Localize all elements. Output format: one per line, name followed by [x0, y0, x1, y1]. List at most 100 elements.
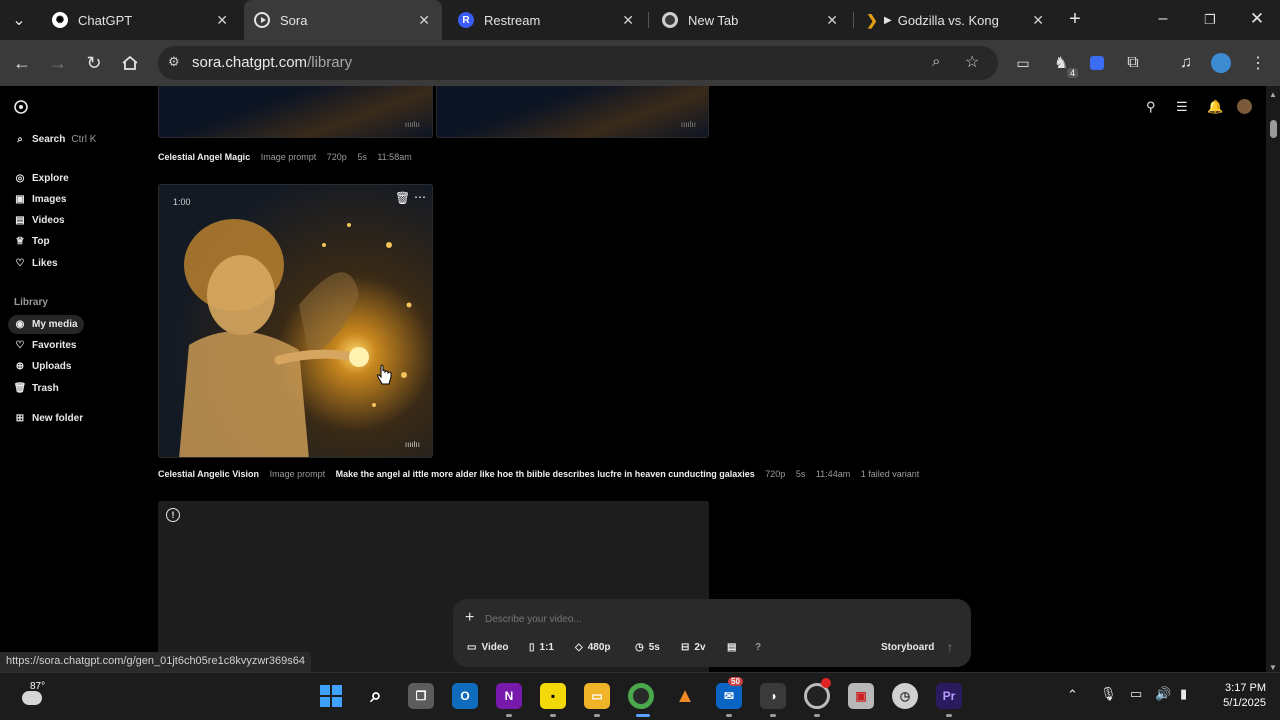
battery-icon[interactable]: ▮	[1180, 686, 1187, 702]
scroll-down-icon[interactable]: ▼	[1269, 663, 1277, 672]
reload-icon[interactable]: ↻	[83, 52, 105, 74]
media-thumbnail[interactable]: ıııılıı	[158, 86, 433, 138]
home-icon[interactable]	[119, 52, 141, 74]
submit-arrow-icon[interactable]: ↑	[947, 640, 953, 654]
weather-widget[interactable]: 87°	[20, 681, 46, 709]
new-folder-button[interactable]: ⊞ New folder	[14, 412, 83, 424]
more-options-icon[interactable]: ⋯	[414, 190, 426, 204]
back-icon[interactable]: ←	[11, 52, 33, 74]
file-explorer-icon[interactable]: ▭	[584, 683, 610, 709]
microphone-icon[interactable]: 🎙	[1100, 686, 1117, 702]
resolution-select[interactable]: ◇ 480p	[575, 642, 611, 653]
site-info-icon[interactable]: ⚙	[168, 54, 180, 70]
scroll-up-icon[interactable]: ▲	[1269, 90, 1277, 99]
tab-sora[interactable]: Sora ✕	[244, 0, 442, 40]
resolution-icon: ◇	[575, 642, 583, 653]
restore-icon[interactable]: ❐	[1199, 9, 1221, 31]
onenote-icon[interactable]: N	[496, 683, 522, 709]
plex-icon: ❯	[866, 11, 878, 28]
media-thumbnail-angel[interactable]: 1:00 🗑 ⋯ ıııılıı	[158, 184, 433, 458]
delete-icon[interactable]: 🗑	[395, 191, 410, 205]
app-clock-icon[interactable]: ◷	[892, 683, 918, 709]
profile-avatar-icon[interactable]	[1210, 52, 1232, 74]
notifications-icon[interactable]: 🔔	[1207, 99, 1223, 115]
sidebar-item-videos[interactable]: ▤ Videos	[14, 214, 64, 226]
search-shortcut: Ctrl K	[71, 133, 97, 145]
media-control-icon[interactable]: ♫	[1175, 52, 1197, 74]
tab-chatgpt[interactable]: ✺ ChatGPT ✕	[40, 0, 240, 40]
sidebar-item-images[interactable]: ▣ Images	[14, 193, 66, 205]
prompt-input[interactable]	[485, 611, 885, 627]
puzzle-extensions-icon[interactable]: ⧉	[1122, 52, 1144, 74]
filter-icon[interactable]: ⚲	[1146, 99, 1156, 115]
forward-icon[interactable]: →	[47, 52, 69, 74]
search-button[interactable]: ⌕ Search Ctrl K	[14, 133, 96, 145]
sidebar-item-uploads[interactable]: ⊕ Uploads	[14, 360, 72, 372]
openai-logo-icon[interactable]	[12, 98, 30, 116]
extension-badge-icon[interactable]: ♞ 4	[1050, 52, 1078, 78]
address-bar[interactable]: ⚙ sora.chatgpt.com/library ⌕ ☆	[158, 46, 998, 80]
video-mode-icon: ▭	[467, 642, 477, 653]
system-clock[interactable]: 3:17 PM 5/1/2025	[1206, 681, 1266, 711]
tab-new-tab[interactable]: New Tab ✕	[650, 0, 850, 40]
sidebar-item-my-media[interactable]: ◉ My media	[14, 318, 78, 330]
storyboard-button[interactable]: Storyboard	[881, 642, 934, 653]
extension-icon[interactable]	[1086, 52, 1108, 74]
tab-restream[interactable]: R Restream ✕	[446, 0, 646, 40]
media-title[interactable]: Celestial Angel Magic	[158, 152, 250, 162]
sidebar-item-explore[interactable]: ◎ Explore	[14, 172, 69, 184]
close-tab-icon[interactable]: ✕	[622, 12, 634, 29]
close-tab-icon[interactable]: ✕	[216, 12, 228, 29]
add-attachment-icon[interactable]: +	[465, 609, 474, 627]
sidebar-item-top[interactable]: ♕ Top	[14, 235, 50, 247]
folder-plus-icon: ⊞	[15, 412, 25, 424]
mode-select[interactable]: ▭ Video	[467, 642, 509, 653]
media-thumbnail[interactable]: ıııılıı	[436, 86, 709, 138]
volume-icon[interactable]: 🔊	[1155, 686, 1171, 702]
chrome-taskbar-icon[interactable]	[628, 683, 654, 709]
presets-button[interactable]: ▤	[727, 642, 736, 653]
close-tab-icon[interactable]: ✕	[826, 12, 838, 29]
premiere-pro-icon[interactable]: Pr	[936, 683, 962, 709]
obs-icon[interactable]	[804, 678, 831, 709]
running-indicator	[594, 714, 600, 717]
outlook-icon[interactable]: O	[452, 683, 478, 709]
media-title[interactable]: Celestial Angelic Vision	[158, 469, 259, 479]
bookmark-star-icon[interactable]: ☆	[965, 52, 979, 72]
cast-icon[interactable]: ▭	[1012, 52, 1034, 74]
remote-desktop-icon[interactable]: ◑	[760, 683, 786, 709]
close-window-icon[interactable]: ✕	[1246, 8, 1268, 30]
help-button[interactable]: ?	[755, 642, 761, 653]
task-view-icon[interactable]: ❐	[408, 683, 434, 709]
media-time: 11:58am	[377, 152, 412, 162]
sidebar-item-trash[interactable]: 🗑 Trash	[14, 382, 59, 394]
network-icon[interactable]: ▭	[1130, 686, 1142, 702]
sidebar-item-likes[interactable]: ♡ Likes	[14, 257, 58, 269]
duration-select[interactable]: ◷ 5s	[635, 642, 660, 653]
explore-icon: ◎	[15, 172, 25, 184]
tray-chevron-icon[interactable]: ⌃	[1067, 687, 1078, 703]
page-scrollbar[interactable]: ▲ ▼	[1266, 86, 1280, 676]
new-tab-icon[interactable]: +	[1064, 8, 1086, 30]
vlc-icon[interactable]: ▲	[672, 683, 698, 709]
user-avatar[interactable]	[1237, 99, 1252, 114]
storyboard-label: Storyboard	[881, 642, 935, 653]
close-tab-icon[interactable]: ✕	[1032, 12, 1044, 29]
app-icon[interactable]: ▣	[848, 683, 874, 709]
minimize-icon[interactable]: –	[1152, 8, 1174, 30]
more-menu-icon[interactable]: ⋮	[1247, 52, 1269, 74]
close-tab-icon[interactable]: ✕	[418, 12, 430, 29]
zoom-search-icon[interactable]: ⌕	[932, 53, 940, 70]
layout-icon[interactable]: ☰	[1176, 99, 1188, 115]
aspect-select[interactable]: ▯ 1:1	[529, 642, 554, 653]
tab-godzilla[interactable]: ❯ ▶ Godzilla vs. Kong ✕	[856, 0, 1056, 40]
variants-select[interactable]: ⊟ 2v	[681, 642, 706, 653]
windows-search-icon[interactable]: ⌕	[363, 683, 389, 709]
sidebar-item-label: Trash	[32, 382, 59, 394]
mail-icon[interactable]: ✉ 50	[716, 677, 743, 709]
scrollbar-thumb[interactable]	[1270, 120, 1277, 138]
tab-search-chevron-icon[interactable]: ⌄	[8, 9, 30, 31]
sidebar-item-favorites[interactable]: ♡ Favorites	[14, 339, 77, 351]
sticky-notes-icon[interactable]: ▪	[540, 683, 566, 709]
start-button[interactable]	[318, 683, 344, 709]
